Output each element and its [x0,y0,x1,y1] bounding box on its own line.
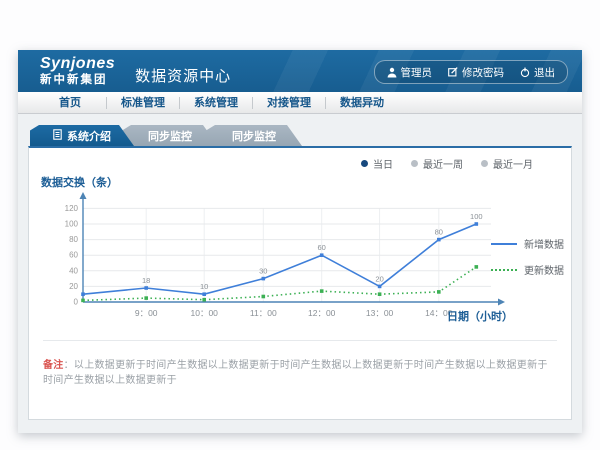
filter-option-today[interactable]: 当日 [361,156,393,171]
nav-item-interface-mgmt[interactable]: 对接管理 [253,93,325,113]
tab-label: 同步监控 [232,128,276,144]
logo-text-cn: 新中新集团 [40,75,115,87]
svg-text:40: 40 [69,266,78,275]
tab-bar: 系统介绍 同步监控 同步监控 [30,125,582,146]
filter-option-last-week[interactable]: 最近一周 [411,156,463,171]
filter-label: 最近一周 [423,156,463,171]
edit-icon [448,67,458,77]
logo-text-en: Synjones [40,56,115,72]
radio-dot-icon [411,160,418,167]
user-controls: 管理员 修改密码 退出 [374,60,569,84]
logout-button[interactable]: 退出 [520,65,555,80]
svg-text:20: 20 [375,274,383,283]
legend-label: 更新数据 [524,262,564,277]
tab-system-intro[interactable]: 系统介绍 [30,125,134,146]
tab-label: 系统介绍 [67,128,111,144]
change-password-label: 修改密码 [462,65,504,80]
svg-text:13：00: 13：00 [366,308,394,318]
x-axis-title: 日期（小时） [447,308,513,324]
svg-text:10: 10 [200,282,208,291]
filter-option-last-month[interactable]: 最近一月 [481,156,533,171]
power-icon [520,67,530,78]
admin-user-button[interactable]: 管理员 [387,65,433,80]
chart-panel: 当日 最近一周 最近一月 数据交换（条） 0204060801001209：00… [28,146,572,420]
radio-dot-icon [481,160,488,167]
footnote-text: ：以上数据更新于时间产生数据以上数据更新于时间产生数据以上数据更新于时间产生数据… [43,360,548,386]
admin-user-label: 管理员 [401,65,433,80]
legend-label: 新增数据 [524,236,564,251]
tab-label: 同步监控 [148,128,192,144]
nav-item-home[interactable]: 首页 [34,93,106,113]
change-password-button[interactable]: 修改密码 [448,65,504,80]
svg-text:20: 20 [69,282,78,291]
legend-entry-updated-data: 更新数据 [491,262,564,277]
app-header: Synjones 新中新集团 数据资源中心 管理员 修改密码 退出 [18,50,582,92]
content-area: 系统介绍 同步监控 同步监控 当日 最近一周 [18,114,582,433]
radio-dot-icon [361,160,368,167]
svg-text:100: 100 [65,220,79,229]
time-range-filters: 当日 最近一周 最近一月 [361,156,533,171]
line-chart-svg: 0 20 40 60 80 100 120 9：00 10：00 11：00 12：00 13：00 1… [43,188,513,330]
svg-text:30: 30 [259,267,267,276]
svg-text:0: 0 [74,298,79,307]
tab-sync-monitor-1[interactable]: 同步监控 [122,125,218,146]
tab-sync-monitor-2[interactable]: 同步监控 [206,125,302,146]
svg-text:120: 120 [65,204,79,213]
logout-label: 退出 [534,65,555,80]
nav-item-data-change[interactable]: 数据异动 [326,93,398,113]
svg-text:9：00: 9：00 [135,308,158,318]
svg-text:100: 100 [470,212,483,221]
svg-text:60: 60 [69,251,78,260]
line-chart: 0 20 40 60 80 100 120 9：00 10：00 11：00 12：00 13：00 1… [43,188,513,335]
dotted-line-icon [491,269,517,271]
solid-line-icon [491,243,517,245]
svg-text:60: 60 [318,243,326,252]
filter-label: 最近一月 [493,156,533,171]
nav-item-system-mgmt[interactable]: 系统管理 [180,93,252,113]
svg-text:11：00: 11：00 [250,308,277,318]
filter-label: 当日 [373,156,393,171]
main-nav: 首页 标准管理 系统管理 对接管理 数据异动 [18,92,582,114]
document-icon [53,129,62,143]
footnote-label: 备注 [43,360,64,371]
svg-text:18: 18 [142,276,150,285]
svg-text:12：00: 12：00 [308,308,336,318]
page-title: 数据资源中心 [135,65,231,86]
legend-entry-new-data: 新增数据 [491,236,564,251]
app-window: Synjones 新中新集团 数据资源中心 管理员 修改密码 退出 [18,50,582,433]
svg-text:80: 80 [435,228,443,237]
series-legend: 新增数据 更新数据 [491,236,564,277]
logo[interactable]: Synjones 新中新集团 [40,56,115,87]
svg-text:80: 80 [69,235,78,244]
footnote: 备注：以上数据更新于时间产生数据以上数据更新于时间产生数据以上数据更新于时间产生… [43,340,557,386]
svg-text:10：00: 10：00 [190,308,218,318]
user-icon [387,67,397,78]
nav-item-standard-mgmt[interactable]: 标准管理 [107,93,179,113]
